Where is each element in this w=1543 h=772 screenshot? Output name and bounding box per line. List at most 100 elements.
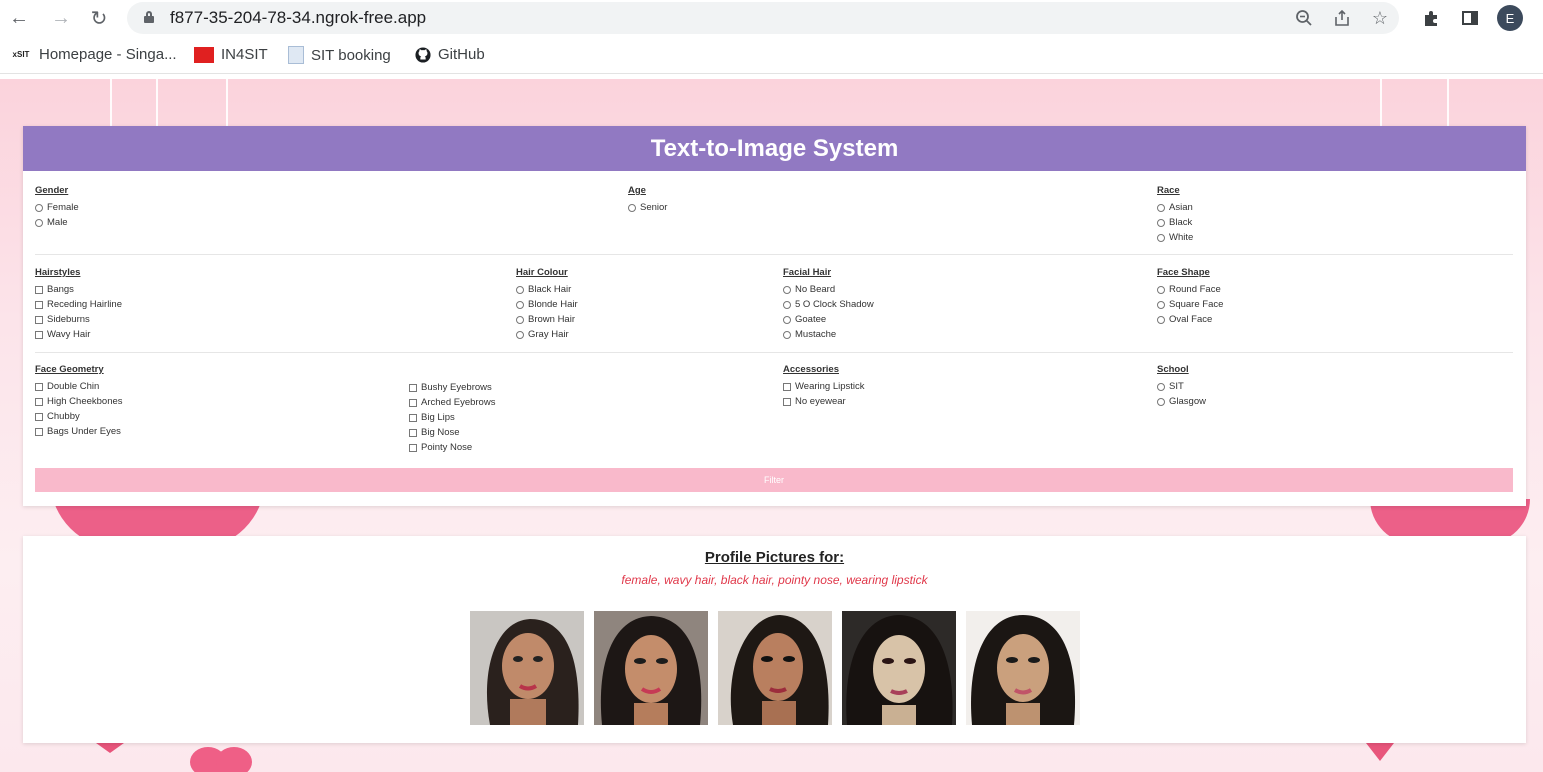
option-asian[interactable]: Asian [1157, 200, 1193, 215]
checkbox[interactable] [409, 443, 417, 452]
option-mustache[interactable]: Mustache [783, 327, 874, 342]
option-goatee[interactable]: Goatee [783, 312, 874, 327]
profile-picture-2[interactable] [594, 611, 708, 725]
option-round-face[interactable]: Round Face [1157, 282, 1223, 297]
decor-triangle [1366, 743, 1394, 761]
profile-picture-4[interactable] [842, 611, 956, 725]
option-brown-hair[interactable]: Brown Hair [516, 312, 578, 327]
option-label: Male [47, 217, 68, 228]
option-oval-face[interactable]: Oval Face [1157, 312, 1223, 327]
radio-button[interactable] [783, 285, 791, 294]
bookmark-star-icon[interactable]: ☆ [1368, 6, 1392, 30]
option-label: Big Nose [421, 427, 460, 438]
option-black-hair[interactable]: Black Hair [516, 282, 578, 297]
option-bags-under-eyes[interactable]: Bags Under Eyes [35, 424, 123, 439]
checkbox[interactable] [409, 428, 417, 437]
radio-button[interactable] [1157, 233, 1165, 242]
radio-button[interactable] [1157, 300, 1165, 309]
option-no-beard[interactable]: No Beard [783, 282, 874, 297]
reload-icon[interactable]: ↻ [86, 5, 112, 31]
radio-button[interactable] [516, 285, 524, 294]
filter-button[interactable]: Filter [35, 468, 1513, 492]
option-sit[interactable]: SIT [1157, 379, 1206, 394]
checkbox[interactable] [409, 413, 417, 422]
checkbox[interactable] [783, 382, 791, 391]
option-square-face[interactable]: Square Face [1157, 297, 1223, 312]
checkbox[interactable] [35, 285, 43, 294]
radio-button[interactable] [516, 330, 524, 339]
forward-arrow-icon[interactable]: → [48, 5, 74, 31]
option-no-eyewear[interactable]: No eyewear [783, 394, 865, 409]
checkbox[interactable] [409, 398, 417, 407]
zoom-icon[interactable] [1292, 6, 1316, 30]
radio-button[interactable] [1157, 315, 1165, 324]
option-blonde-hair[interactable]: Blonde Hair [516, 297, 578, 312]
group-gender: Gender Female Male [35, 185, 79, 230]
option-wavy-hair[interactable]: Wavy Hair [35, 327, 122, 342]
bookmarks-bar: xSIT Homepage - Singa... IN4SIT SIT book… [0, 38, 1543, 74]
option-chubby[interactable]: Chubby [35, 409, 123, 424]
radio-button[interactable] [1157, 397, 1165, 406]
profile-avatar[interactable]: E [1497, 5, 1523, 31]
option-arched-eyebrows[interactable]: Arched Eyebrows [409, 395, 495, 410]
side-panel-icon[interactable] [1457, 5, 1483, 31]
profile-picture-1[interactable] [470, 611, 584, 725]
option-female[interactable]: Female [35, 200, 79, 215]
option-bushy-eyebrows[interactable]: Bushy Eyebrows [409, 380, 495, 395]
option-sideburns[interactable]: Sideburns [35, 312, 122, 327]
checkbox[interactable] [35, 382, 43, 391]
url-text[interactable]: f877-35-204-78-34.ngrok-free.app [170, 8, 426, 28]
profile-picture-3[interactable] [718, 611, 832, 725]
option-white[interactable]: White [1157, 230, 1193, 245]
option-pointy-nose[interactable]: Pointy Nose [409, 440, 495, 455]
radio-button[interactable] [783, 315, 791, 324]
radio-button[interactable] [783, 300, 791, 309]
checkbox[interactable] [35, 412, 43, 421]
checkbox[interactable] [783, 397, 791, 406]
group-age: Age Senior [628, 185, 667, 215]
extensions-puzzle-icon[interactable] [1418, 5, 1444, 31]
checkbox[interactable] [409, 383, 417, 392]
address-bar[interactable]: f877-35-204-78-34.ngrok-free.app ☆ [127, 2, 1399, 34]
radio-button[interactable] [783, 330, 791, 339]
bookmark-sit-booking[interactable]: SIT booking [288, 46, 391, 64]
radio-button[interactable] [516, 300, 524, 309]
back-arrow-icon[interactable]: ← [6, 5, 32, 31]
option-wearing-lipstick[interactable]: Wearing Lipstick [783, 379, 865, 394]
option-black[interactable]: Black [1157, 215, 1193, 230]
checkbox[interactable] [35, 330, 43, 339]
radio-button[interactable] [1157, 218, 1165, 227]
radio-button[interactable] [1157, 382, 1165, 391]
option-male[interactable]: Male [35, 215, 79, 230]
profile-picture-5[interactable] [966, 611, 1080, 725]
radio-button[interactable] [35, 203, 43, 212]
share-icon[interactable] [1330, 6, 1354, 30]
radio-button[interactable] [1157, 285, 1165, 294]
option-big-lips[interactable]: Big Lips [409, 410, 495, 425]
option-double-chin[interactable]: Double Chin [35, 379, 123, 394]
lock-icon[interactable] [144, 11, 154, 23]
option-bangs[interactable]: Bangs [35, 282, 122, 297]
checkbox[interactable] [35, 427, 43, 436]
bookmark-in4sit[interactable]: IN4SIT [194, 46, 268, 63]
checkbox[interactable] [35, 397, 43, 406]
radio-button[interactable] [516, 315, 524, 324]
option-receding-hairline[interactable]: Receding Hairline [35, 297, 122, 312]
checkbox[interactable] [35, 300, 43, 309]
bookmark-github[interactable]: GitHub [415, 46, 485, 63]
option-big-nose[interactable]: Big Nose [409, 425, 495, 440]
radio-button[interactable] [1157, 203, 1165, 212]
option-glasgow[interactable]: Glasgow [1157, 394, 1206, 409]
decor-line [110, 79, 112, 127]
radio-button[interactable] [35, 218, 43, 227]
option-senior[interactable]: Senior [628, 200, 667, 215]
option-gray-hair[interactable]: Gray Hair [516, 327, 578, 342]
option-label: Black Hair [528, 284, 572, 295]
option-high-cheekbones[interactable]: High Cheekbones [35, 394, 123, 409]
radio-button[interactable] [628, 203, 636, 212]
checkbox[interactable] [35, 315, 43, 324]
option-label: SIT [1169, 381, 1184, 392]
group-title: Hairstyles [35, 267, 81, 278]
option-5-o-clock-shadow[interactable]: 5 O Clock Shadow [783, 297, 874, 312]
bookmark-homepage[interactable]: xSIT Homepage - Singa... [10, 46, 177, 63]
